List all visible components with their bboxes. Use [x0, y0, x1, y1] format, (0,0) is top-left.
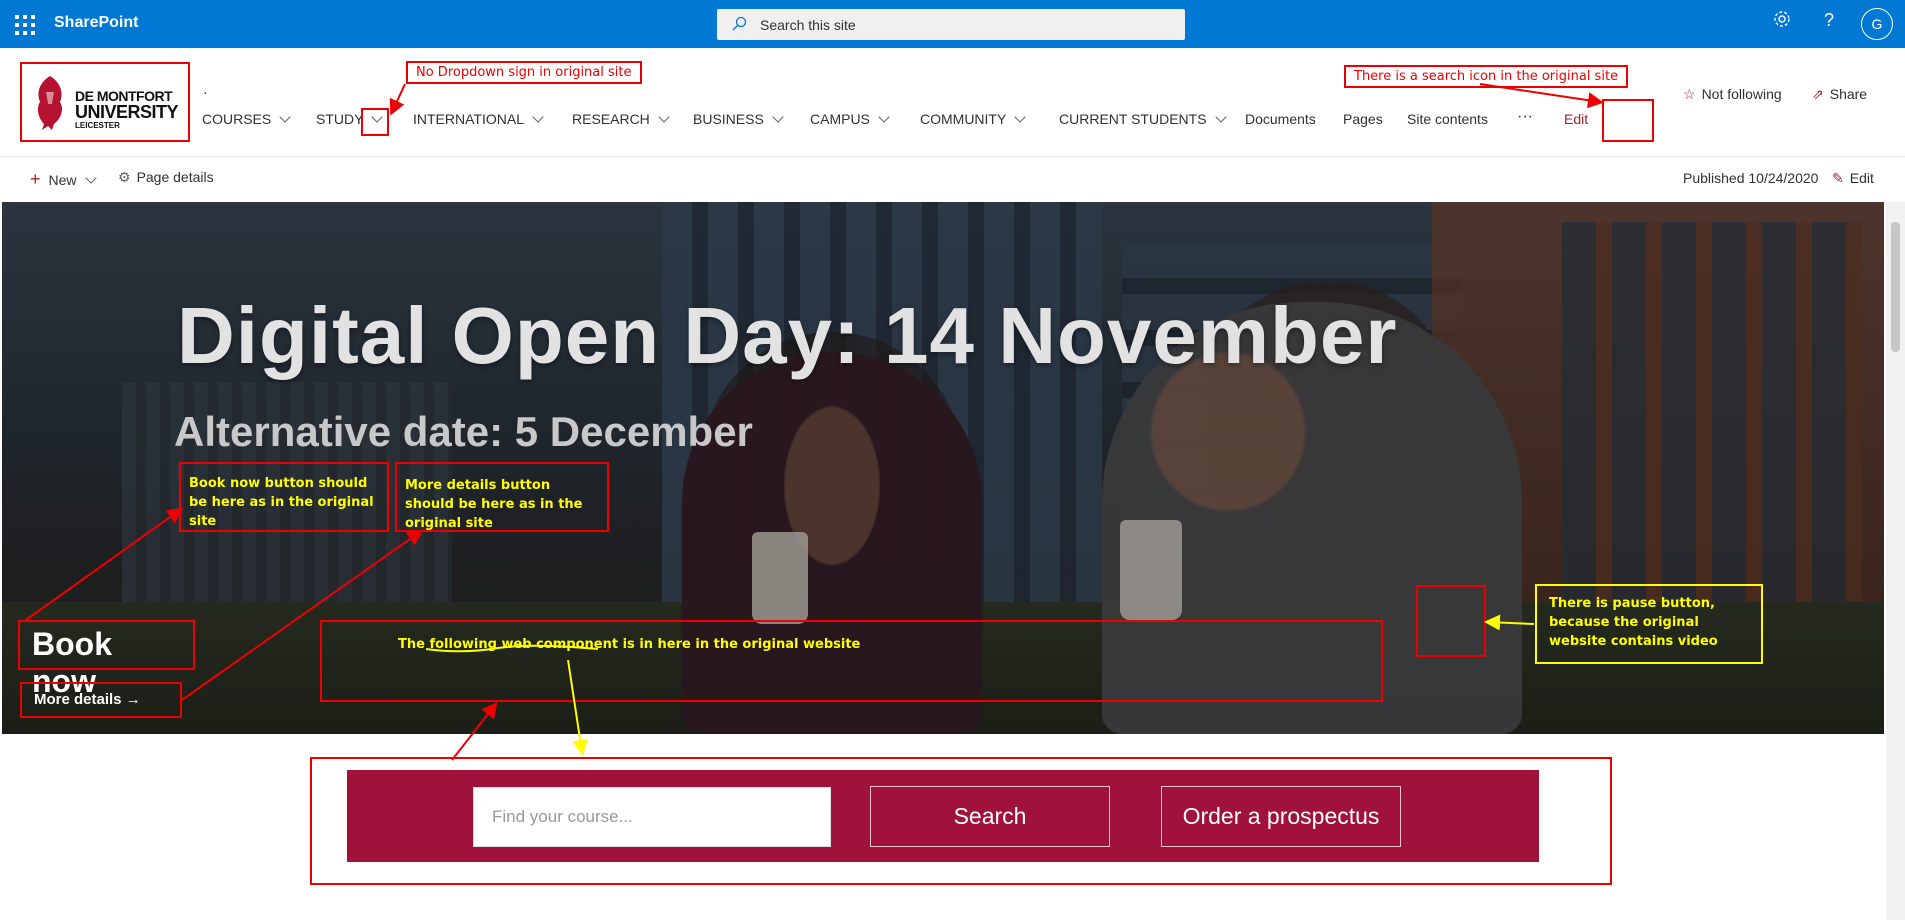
- plus-icon: +: [30, 169, 41, 189]
- avatar[interactable]: G: [1861, 8, 1893, 40]
- app-name[interactable]: SharePoint: [54, 14, 138, 32]
- nav-item-label: Site contents: [1407, 111, 1488, 127]
- page-edit-label: Edit: [1849, 170, 1874, 186]
- order-prospectus-button[interactable]: Order a prospectus: [1161, 786, 1401, 847]
- more-details-annotation: More details button should be here as in…: [395, 462, 609, 532]
- follow-label: Not following: [1701, 86, 1782, 102]
- chevron-down-icon: [772, 111, 784, 123]
- nav-item-community[interactable]: COMMUNITY: [920, 111, 1026, 127]
- nav-item-label: COURSES: [202, 111, 272, 127]
- no-dropdown-annotation: No Dropdown sign in original site: [406, 61, 642, 84]
- nav-item-label: STUDY: [316, 111, 364, 127]
- chevron-down-icon: [878, 111, 890, 123]
- share-button[interactable]: ⇗ Share: [1812, 86, 1867, 103]
- chevron-down-icon: [1014, 111, 1026, 123]
- search-placeholder: Search this site: [760, 17, 856, 33]
- new-label: New: [48, 172, 77, 188]
- nav-item-label: CURRENT STUDENTS: [1059, 111, 1207, 127]
- more-details-button[interactable]: More details →: [20, 682, 182, 718]
- hero-title: Digital Open Day: 14 November: [177, 291, 1398, 380]
- book-now-annotation: Book now button should be here as in the…: [179, 462, 389, 532]
- nav-item-label: CAMPUS: [810, 111, 870, 127]
- star-icon: ☆: [1683, 86, 1696, 102]
- gear-icon: ⚙: [118, 169, 131, 185]
- share-label: Share: [1829, 86, 1868, 102]
- app-launcher-icon[interactable]: [12, 12, 36, 36]
- site-search-box[interactable]: Search this site: [717, 9, 1185, 40]
- nav-item-label: INTERNATIONAL: [413, 111, 524, 127]
- nav-item-campus[interactable]: CAMPUS: [810, 111, 890, 127]
- component-annotation-text: The following web component is in here i…: [398, 637, 861, 652]
- pause-annotation-text: There is pause button, because the origi…: [1549, 596, 1718, 649]
- nav-edit-link[interactable]: Edit: [1564, 111, 1588, 127]
- nav-item-label: COMMUNITY: [920, 111, 1007, 127]
- logo-line-2: UNIVERSITY: [75, 102, 179, 122]
- pencil-icon: ✎: [1832, 170, 1844, 186]
- nav-item-label: RESEARCH: [572, 111, 650, 127]
- search-icon-annotation-box: [1602, 99, 1654, 142]
- hero-subtitle: Alternative date: 5 December: [174, 408, 753, 455]
- page-edit-button[interactable]: ✎ Edit: [1832, 170, 1874, 187]
- header-divider: [0, 156, 1905, 157]
- follow-button[interactable]: ☆ Not following: [1683, 86, 1782, 103]
- chevron-down-icon: [1214, 111, 1227, 123]
- book-now-annotation-text: Book now button should be here as in the…: [189, 476, 374, 529]
- logo-line-3: LEICESTER: [75, 121, 120, 130]
- site-title-dot: ·: [203, 84, 208, 100]
- help-icon[interactable]: ?: [1824, 10, 1834, 31]
- search-button[interactable]: Search: [870, 786, 1110, 847]
- chevron-down-icon: [532, 111, 544, 123]
- nav-item-current-students[interactable]: CURRENT STUDENTS: [1059, 111, 1227, 127]
- nav-item-label: Pages: [1343, 111, 1383, 127]
- suite-bar: SharePoint Search this site ? G: [0, 0, 1905, 48]
- nav-item-documents[interactable]: Documents: [1245, 111, 1316, 127]
- share-icon: ⇗: [1812, 86, 1824, 102]
- nav-item-label: Documents: [1245, 111, 1316, 127]
- nav-item-international[interactable]: INTERNATIONAL: [413, 111, 544, 127]
- nav-item-label: BUSINESS: [693, 111, 764, 127]
- lion-logo-icon: [37, 76, 62, 130]
- nav-item-courses[interactable]: COURSES: [202, 111, 291, 127]
- search-icon-annotation: There is a search icon in the original s…: [1344, 65, 1629, 88]
- more-details-annotation-text: More details button should be here as in…: [405, 478, 583, 531]
- pause-annotation: There is pause button, because the origi…: [1535, 584, 1763, 664]
- nav-item-site-contents[interactable]: Site contents: [1407, 111, 1488, 127]
- pause-button-annotation-box: [1416, 585, 1486, 657]
- component-annotation-box: [320, 620, 1383, 702]
- book-now-button[interactable]: Book now: [18, 620, 195, 699]
- new-button[interactable]: + New: [30, 169, 97, 190]
- page-details-label: Page details: [136, 169, 214, 185]
- university-logo[interactable]: DE MONTFORT UNIVERSITY LEICESTER: [20, 62, 190, 142]
- published-date: Published 10/24/2020: [1683, 170, 1819, 186]
- gear-icon[interactable]: [1773, 10, 1791, 33]
- nav-more-button[interactable]: ···: [1517, 108, 1533, 126]
- nav-item-pages[interactable]: Pages: [1343, 111, 1383, 127]
- study-chevron-annotation-box: [361, 108, 389, 136]
- nav-item-business[interactable]: BUSINESS: [693, 111, 784, 127]
- scrollbar-thumb[interactable]: [1891, 222, 1900, 352]
- chevron-down-icon: [658, 111, 670, 123]
- chevron-down-icon: [279, 111, 291, 123]
- chevron-down-icon: [84, 172, 97, 184]
- nav-item-research[interactable]: RESEARCH: [572, 111, 670, 127]
- search-icon: [732, 16, 747, 31]
- arrow-no-dropdown: [389, 83, 406, 116]
- find-course-input[interactable]: Find your course...: [473, 787, 831, 847]
- page-details-button[interactable]: ⚙ Page details: [118, 169, 214, 186]
